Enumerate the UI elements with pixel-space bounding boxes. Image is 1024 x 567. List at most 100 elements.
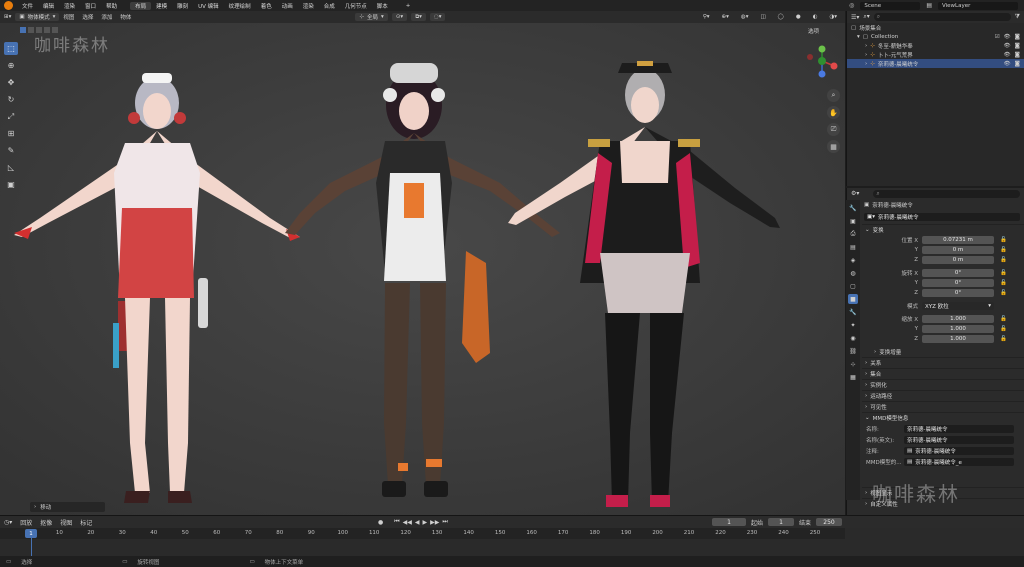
timeline-menu-playback[interactable]: 回放 [16,518,36,527]
mmd-section-header[interactable]: ⌄ MMD模型信息 [862,412,1024,423]
data-tab-icon[interactable]: ⊹ [848,359,858,369]
timeline-menu-keying[interactable]: 抠像 [36,518,56,527]
workspace-tab-shading[interactable]: 着色 [256,2,277,10]
workspace-tab-scripting[interactable]: 脚本 [372,2,393,10]
select-new-icon[interactable] [20,27,26,33]
menu-window[interactable]: 窗口 [80,2,101,10]
collection-tab-icon[interactable]: ▢ [848,281,858,291]
workspace-tab-sculpting[interactable]: 雕刻 [172,2,193,10]
scale-y-field[interactable]: 1.000 [922,325,994,333]
camera-icon[interactable]: ⎚ [827,123,840,136]
properties-editor-icon[interactable]: ⚙▾ [851,190,859,197]
eye-icon[interactable]: 👁 [1004,52,1011,58]
lock-icon[interactable]: 🔓 [1000,326,1007,332]
annotate-tool-icon[interactable]: ✎ [4,144,18,157]
options-button[interactable]: 选项 [808,27,819,35]
location-x-field[interactable]: 0.07231 m [922,236,994,244]
snap-dropdown[interactable]: ⧉▾ [411,13,426,21]
camera-render-icon[interactable]: ◙ [1015,34,1020,40]
rotation-z-field[interactable]: 0° [922,289,994,297]
location-z-field[interactable]: 0 m [922,256,994,264]
world-tab-icon[interactable]: ◍ [848,268,858,278]
blender-logo-icon[interactable] [4,1,13,10]
menu-file[interactable]: 文件 [17,2,38,10]
select-invert-icon[interactable] [44,27,50,33]
shading-rendered-icon[interactable]: ◑▾ [825,14,841,20]
last-operator-panel[interactable]: › 移动 [30,502,105,512]
shading-wireframe-icon[interactable]: ◯ [774,14,788,20]
camera-render-icon[interactable]: ◙ [1015,52,1020,58]
move-tool-icon[interactable]: ✥ [4,76,18,89]
3d-viewport[interactable]: 咖啡森林 选项 ⌕ ✋ ⎚ ▦ [0,23,845,515]
physics-tab-icon[interactable]: ◉ [848,333,858,343]
checkbox-icon[interactable]: ☑ [995,34,1000,40]
proportional-edit-dropdown[interactable]: ◌▾ [429,13,446,21]
select-box-tool-icon[interactable]: ⬚ [4,42,18,55]
delta-transform-header[interactable]: › 变换增量 [862,347,1024,357]
end-frame-field[interactable]: 250 [816,518,843,526]
jump-start-icon[interactable]: ⏮ [394,518,399,526]
location-y-field[interactable]: 0 m [922,246,994,254]
rotate-tool-icon[interactable]: ↻ [4,93,18,106]
scene-tab-icon[interactable]: ◈ [848,255,858,265]
instancing-section-header[interactable]: › 实例化 [862,379,1024,390]
camera-render-icon[interactable]: ◙ [1015,61,1020,67]
relations-section-header[interactable]: › 关系 [862,357,1024,368]
scale-x-field[interactable]: 1.000 [922,315,994,323]
outliner-row-object-3[interactable]: › ⊹ 奈莉德-晨曦统令 👁 ◙ [847,59,1024,68]
play-reverse-icon[interactable]: ◀ [415,519,420,526]
mmd-name-field[interactable]: 奈莉德-晨曦统令 [904,424,1014,433]
filter-icon[interactable]: ⌕▾ [863,13,869,21]
pivot-dropdown[interactable]: ⊙▾ [391,13,408,21]
workspace-tab-animation[interactable]: 动画 [277,2,298,10]
transform-section-header[interactable]: ⌄ 变换 [862,224,1024,235]
lock-icon[interactable]: 🔓 [1000,336,1007,342]
transform-tool-icon[interactable]: ⊞ [4,127,18,140]
jump-end-icon[interactable]: ⏭ [442,518,447,526]
expand-arrow-icon[interactable]: › [865,61,867,67]
gizmo-icon[interactable]: ⊕▾ [718,14,733,20]
lock-icon[interactable]: 🔓 [1000,280,1007,286]
cursor-tool-icon[interactable]: ⊕ [4,59,18,72]
lock-icon[interactable]: 🔓 [1000,257,1007,263]
camera-render-icon[interactable]: ◙ [1015,43,1020,49]
workspace-tab-compositing[interactable]: 合成 [319,2,340,10]
outliner-row-object-2[interactable]: › ⊹ 卜卜-元气荒界 👁 ◙ [847,50,1024,59]
mmd-comment-field[interactable]: ▤ 奈莉德-晨曦统令 [904,446,1014,455]
play-icon[interactable]: ▶ [423,519,428,526]
mode-dropdown[interactable]: ▣ 物体模式 ▾ [15,13,60,21]
workspace-tab-geometry-nodes[interactable]: 几何节点 [340,2,372,10]
expand-arrow-icon[interactable]: ▾ [857,34,860,40]
lock-icon[interactable]: 🔓 [1000,270,1007,276]
zoom-icon[interactable]: ⌕ [827,89,840,102]
texture-tab-icon[interactable]: ▦ [848,372,858,382]
rotation-mode-dropdown[interactable]: XYZ 欧拉 ▾ [922,302,994,310]
menu-select[interactable]: 选择 [78,13,97,21]
menu-add[interactable]: 添加 [97,13,116,21]
workspace-tab-rendering[interactable]: 渲染 [298,2,319,10]
rotation-y-field[interactable]: 0° [922,279,994,287]
lock-icon[interactable]: 🔓 [1000,237,1007,243]
visibility-section-header[interactable]: › 可见性 [862,401,1024,412]
workspace-tab-layout[interactable]: 布局 [130,1,152,10]
perspective-grid-icon[interactable]: ▦ [827,140,840,153]
scale-tool-icon[interactable]: ⤢ [4,110,18,123]
select-extend-icon[interactable] [28,27,34,33]
object-name-field[interactable]: ▣▾ 奈莉德-晨曦统令 [864,213,1020,221]
editor-type-icon[interactable]: ⊞▾ [0,14,15,20]
workspace-add-icon[interactable]: + [401,3,416,9]
timeline-ruler[interactable]: 1102030405060708090100110120130140150160… [0,528,845,539]
view-layer-selector[interactable]: ViewLayer [938,1,1018,10]
rotation-x-field[interactable]: 0° [922,269,994,277]
workspace-tab-modeling[interactable]: 建模 [151,2,172,10]
select-subtract-icon[interactable] [36,27,42,33]
modifier-tab-icon[interactable]: 🔧 [848,307,858,317]
motion-paths-section-header[interactable]: › 运动路径 [862,390,1024,401]
lock-icon[interactable]: 🔓 [1000,316,1007,322]
visibility-icon[interactable]: ⚲▾ [699,14,714,20]
measure-tool-icon[interactable]: ◺ [4,161,18,174]
scene-selector[interactable]: Scene [860,1,921,10]
object-tab-icon[interactable]: ■ [848,294,858,304]
view-layer-tab-icon[interactable]: ▤ [848,242,858,252]
record-icon[interactable]: ● [378,519,383,526]
